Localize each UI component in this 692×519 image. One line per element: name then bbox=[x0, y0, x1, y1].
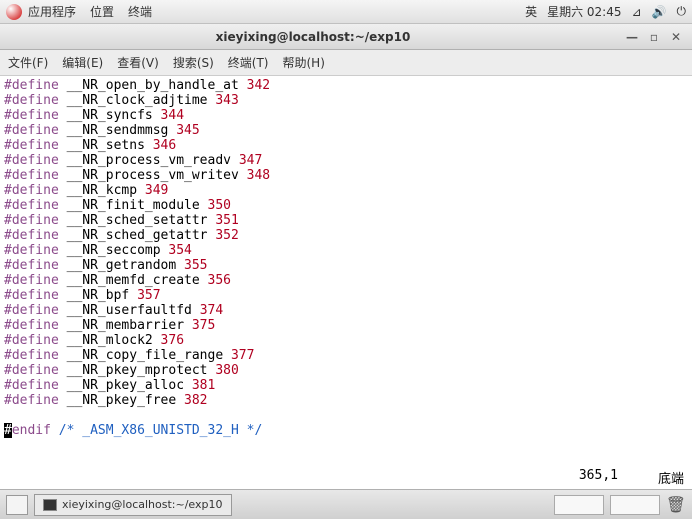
workspace-switcher[interactable] bbox=[6, 495, 28, 515]
network-icon[interactable]: ⊿ bbox=[631, 5, 641, 19]
cursor-position: 365,1 bbox=[579, 468, 618, 487]
close-button[interactable]: ✕ bbox=[668, 30, 684, 44]
system-tray: 英 星期六 02:45 ⊿ 🔊 ⏻ bbox=[525, 3, 686, 20]
minimize-button[interactable]: — bbox=[624, 30, 640, 44]
volume-icon[interactable]: 🔊 bbox=[652, 5, 667, 19]
taskbar-item-label: xieyixing@localhost:~/exp10 bbox=[62, 498, 223, 511]
menu-file[interactable]: 文件(F) bbox=[8, 54, 48, 71]
menu-places[interactable]: 位置 bbox=[90, 3, 114, 20]
terminal-menubar: 文件(F) 编辑(E) 查看(V) 搜索(S) 终端(T) 帮助(H) bbox=[0, 50, 692, 76]
menu-applications[interactable]: 应用程序 bbox=[28, 3, 76, 20]
scroll-position: 底端 bbox=[658, 468, 684, 487]
window-titlebar[interactable]: xieyixing@localhost:~/exp10 — ▫ ✕ bbox=[0, 24, 692, 50]
ime-indicator[interactable]: 英 bbox=[525, 3, 537, 20]
terminal-window: xieyixing@localhost:~/exp10 — ▫ ✕ 文件(F) … bbox=[0, 24, 692, 489]
menu-help[interactable]: 帮助(H) bbox=[283, 54, 325, 71]
trash-icon[interactable]: 🗑 bbox=[666, 495, 686, 514]
menu-search[interactable]: 搜索(S) bbox=[173, 54, 214, 71]
notification-area[interactable] bbox=[554, 495, 604, 515]
maximize-button[interactable]: ▫ bbox=[646, 30, 662, 44]
menu-edit[interactable]: 编辑(E) bbox=[62, 54, 103, 71]
bottom-panel: xieyixing@localhost:~/exp10 🗑 bbox=[0, 489, 692, 519]
power-icon[interactable]: ⏻ bbox=[677, 4, 687, 19]
menu-terminal[interactable]: 终端 bbox=[128, 3, 152, 20]
menu-terminal-sub[interactable]: 终端(T) bbox=[228, 54, 269, 71]
taskbar-item-terminal[interactable]: xieyixing@localhost:~/exp10 bbox=[34, 494, 232, 516]
window-title: xieyixing@localhost:~/exp10 bbox=[8, 30, 618, 44]
top-panel: 应用程序 位置 终端 英 星期六 02:45 ⊿ 🔊 ⏻ bbox=[0, 0, 692, 24]
menu-view[interactable]: 查看(V) bbox=[117, 54, 159, 71]
editor-area[interactable]: #define __NR_open_by_handle_at 342 #defi… bbox=[0, 76, 692, 466]
clock[interactable]: 星期六 02:45 bbox=[547, 3, 621, 20]
tray-box-2[interactable] bbox=[610, 495, 660, 515]
vim-status-line: 365,1 底端 bbox=[0, 466, 692, 489]
distro-logo-icon[interactable] bbox=[6, 4, 22, 20]
terminal-icon bbox=[43, 499, 57, 511]
